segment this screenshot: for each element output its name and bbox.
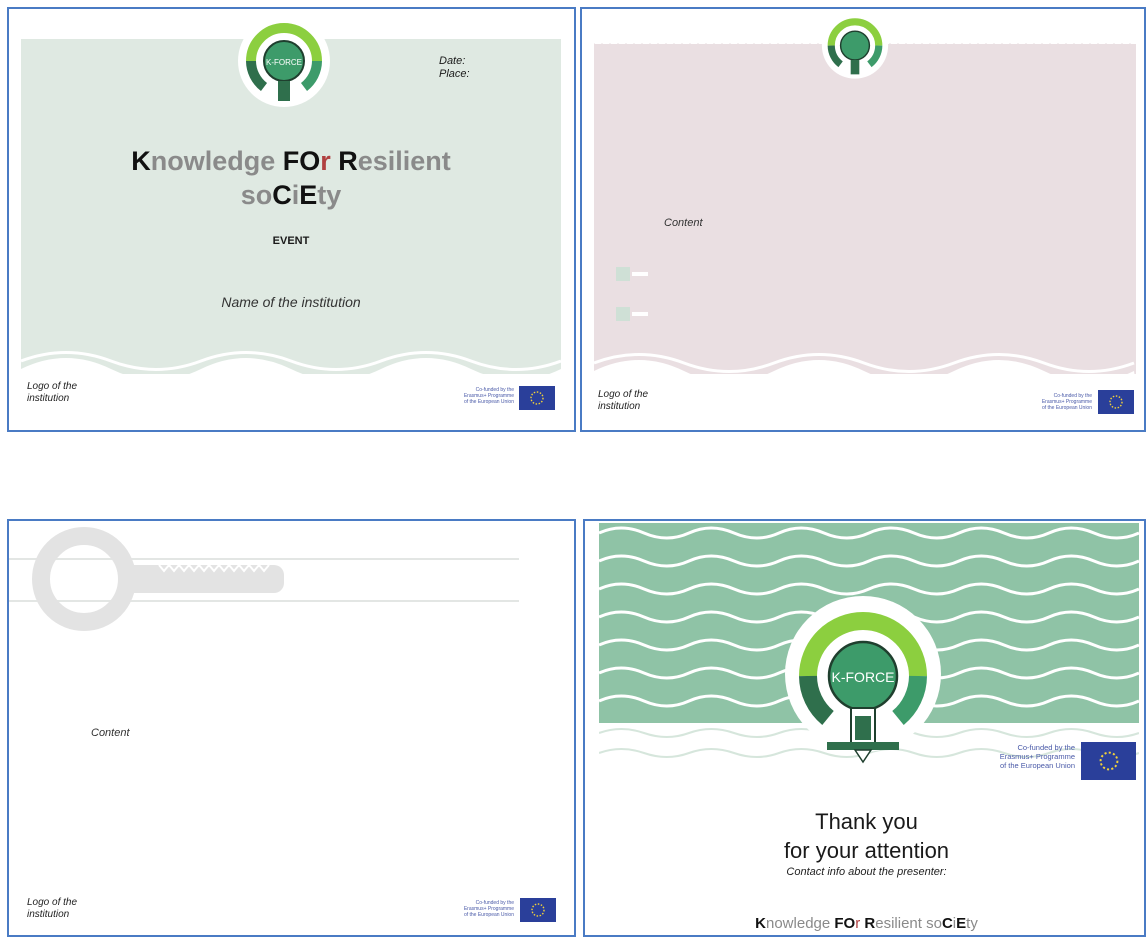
title-run: ty (966, 915, 978, 932)
title-run: r (320, 146, 339, 176)
title-run: so (240, 180, 273, 210)
kforce-logo-icon: K-FORCE (785, 596, 941, 764)
cofund-text: Co-funded by the Erasmus+ Programme of t… (463, 387, 514, 405)
title-run: C (272, 180, 292, 210)
title-run: nowledge (150, 146, 283, 176)
bullet-marker-icon (616, 267, 630, 281)
wave-decoration (21, 351, 561, 384)
institution-name: Name of the institution (221, 294, 361, 310)
title-run: E (299, 180, 318, 210)
content-placeholder[interactable]: Content (664, 217, 703, 229)
thank-you-heading: Thank you for your attention (783, 809, 950, 863)
bullet-marker-icon (616, 307, 630, 321)
kforce-logo-text: K-FORCE (266, 58, 302, 67)
slide-thank-you[interactable]: K-FORCE Co-funded by the Erasmus+ Progra… (583, 519, 1146, 937)
place-label: Place: (439, 68, 470, 80)
event-label: EVENT (272, 235, 310, 247)
eu-flag-icon (1098, 390, 1134, 414)
cofund-text: Co-funded by the Erasmus+ Programme of t… (1041, 393, 1092, 411)
slide-content-pink[interactable]: Content Logo of the institution Co-funde… (580, 7, 1146, 432)
slide-content-plain[interactable]: Content Logo of the institution Co-funde… (7, 519, 576, 937)
event-title-line1: Knowledge FOr Resilient (21, 144, 561, 178)
title-run: esilient (875, 915, 927, 932)
event-title-line2: soCiEty (21, 178, 561, 212)
event-title: Knowledge FOr Resilient soCiEty (21, 144, 561, 212)
contact-info: Contact info about the presenter: (786, 866, 947, 878)
title-run: FO (834, 915, 856, 932)
title-run: esilient (357, 146, 451, 176)
title-run: R (338, 146, 358, 176)
title-run: ty (317, 180, 342, 210)
cofund-text: Co-funded by the Erasmus+ Programme of t… (999, 743, 1075, 770)
eu-flag-icon (520, 898, 556, 922)
cofund-text: Co-funded by the Erasmus+ Programme of t… (463, 900, 514, 918)
bullet-line (632, 312, 648, 316)
title-run: K (131, 146, 151, 176)
title-run: nowledge (766, 915, 835, 932)
slide-title[interactable]: K-FORCE Date: Place: Knowledge FOr Resil… (7, 7, 576, 432)
kforce-logo-icon (821, 12, 889, 79)
bullet-line (632, 272, 648, 276)
eu-flag-icon (519, 386, 555, 410)
content-placeholder[interactable]: Content (91, 727, 130, 739)
kforce-logo-text: K-FORCE (832, 669, 895, 685)
title-run: K (755, 915, 766, 932)
slide-background (594, 44, 1136, 374)
key-watermark-icon (9, 527, 519, 631)
wave-decoration (594, 353, 1136, 386)
institution-logo-placeholder: Logo of the institution (27, 897, 78, 920)
title-run: R (864, 915, 876, 932)
title-run: E (956, 915, 967, 932)
title-run: C (941, 915, 953, 932)
footer-title: Knowledge FOr Resilient soCiEty (585, 915, 1144, 932)
institution-logo-placeholder: Logo of the institution (27, 381, 78, 404)
title-run: FO (282, 146, 321, 176)
institution-logo-placeholder: Logo of the institution (598, 389, 649, 412)
date-label: Date: (439, 55, 466, 67)
kforce-logo-icon: K-FORCE (238, 15, 330, 107)
eu-flag-icon (1081, 742, 1136, 780)
title-run: so (926, 915, 942, 932)
